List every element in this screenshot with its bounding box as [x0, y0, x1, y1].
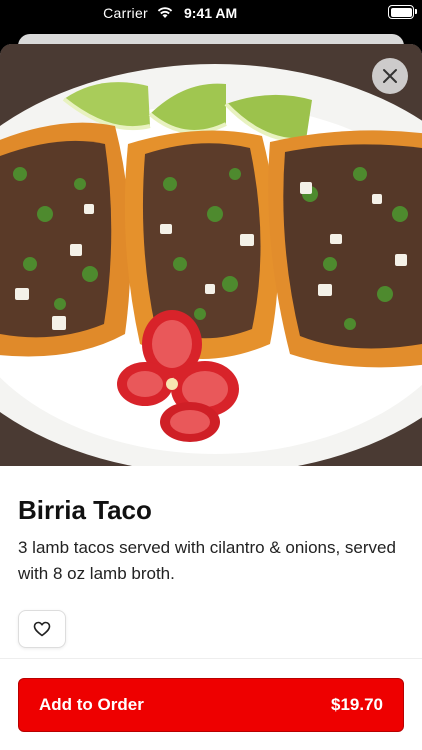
favorite-button[interactable] [18, 610, 66, 648]
heart-icon [33, 621, 51, 637]
clock: 9:41 AM [184, 5, 238, 21]
price-label: $19.70 [331, 695, 383, 714]
item-description: 3 lamb tacos served with cilantro & onio… [18, 538, 396, 583]
add-to-order-label: Add to Order [39, 695, 144, 714]
item-photo [0, 44, 422, 466]
battery-icon [388, 5, 417, 19]
status-bar: Carrier 9:41 AM [0, 0, 422, 26]
close-button[interactable] [372, 58, 408, 94]
divider [0, 658, 422, 659]
wifi-icon [157, 7, 173, 18]
item-title: Birria Taco [18, 495, 152, 525]
close-icon [383, 69, 397, 83]
item-detail-sheet: Birria Taco 3 lamb tacos served with cil… [0, 44, 422, 750]
add-to-order-button[interactable]: Add to Order $19.70 [18, 678, 404, 732]
